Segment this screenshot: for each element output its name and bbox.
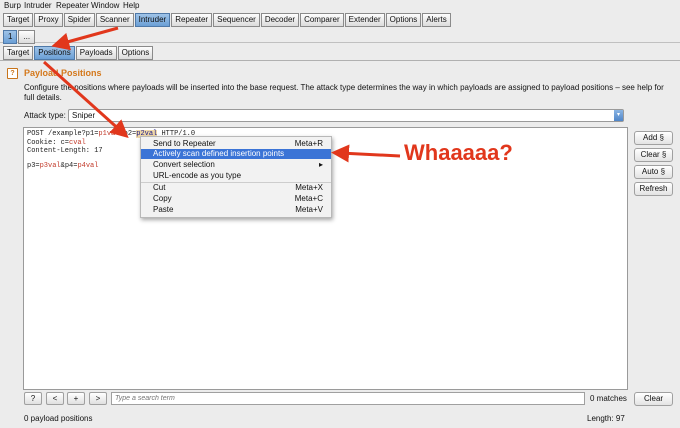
request-line: Content-Length: 17 — [27, 147, 103, 155]
attack-number-tabs: 1 ... — [3, 30, 36, 44]
tab-extender[interactable]: Extender — [344, 13, 385, 27]
request-text: Content-Length: 17 — [27, 147, 103, 155]
help-icon[interactable]: ? — [7, 68, 18, 79]
attack-type-value: Sniper — [72, 111, 96, 120]
section-title: Payload Positions — [24, 68, 102, 78]
menu-item-convert-selection[interactable]: Convert selection ▸ — [141, 160, 331, 170]
menu-item-label: URL-encode as you type — [153, 171, 242, 180]
menu-item-url-encode[interactable]: URL-encode as you type — [141, 171, 331, 181]
attack-type-select[interactable]: Sniper ▾ — [68, 109, 624, 122]
payload-marker: p3val — [39, 162, 61, 170]
menubar: Burp Intruder Repeater Window Help — [0, 0, 680, 12]
search-next-button[interactable]: > — [89, 392, 107, 405]
request-text: &p2= — [119, 130, 137, 138]
search-input[interactable] — [112, 393, 575, 404]
clear-marker-button[interactable]: Clear § — [634, 148, 673, 162]
tab-intruder[interactable]: Intruder — [134, 13, 171, 27]
tab-new-attack[interactable]: ... — [18, 30, 36, 44]
tab-spider[interactable]: Spider — [63, 13, 95, 27]
request-text: POST /example?p1= — [27, 130, 99, 138]
menu-window[interactable]: Window — [91, 1, 119, 10]
menu-intruder[interactable]: Intruder — [24, 1, 52, 10]
subtab-options[interactable]: Options — [117, 46, 154, 60]
menu-item-shortcut: Meta+R — [294, 139, 323, 148]
tab-options[interactable]: Options — [385, 13, 422, 27]
request-line: Cookie: c=cval — [27, 139, 86, 147]
divider — [0, 42, 680, 43]
search-field — [111, 392, 585, 405]
tab-comparer[interactable]: Comparer — [300, 13, 344, 27]
annotation-text: Whaaaaa? — [404, 140, 513, 165]
main-tabs: Target Proxy Spider Scanner Intruder Rep… — [3, 13, 452, 27]
search-prev-button[interactable]: < — [46, 392, 64, 405]
payload-marker: p4val — [77, 162, 99, 170]
match-count: 0 matches — [590, 394, 627, 403]
menu-item-label: Send to Repeater — [153, 139, 216, 148]
section-description: Configure the positions where payloads w… — [24, 83, 664, 102]
refresh-button[interactable]: Refresh — [634, 182, 673, 196]
menu-item-active-scan[interactable]: Actively scan defined insertion points — [141, 149, 331, 159]
divider — [0, 60, 680, 61]
tab-sequencer[interactable]: Sequencer — [213, 13, 260, 27]
subtab-payloads[interactable]: Payloads — [75, 46, 117, 60]
menu-item-label: Copy — [153, 194, 172, 203]
request-length: Length: 97 — [587, 414, 625, 423]
payload-position-count: 0 payload positions — [24, 414, 93, 423]
menu-item-label: Paste — [153, 205, 174, 214]
add-marker-button[interactable]: Add § — [634, 131, 673, 145]
payload-marker: p1val — [98, 130, 120, 138]
request-line: p3=p3val&p4=p4val — [27, 162, 98, 170]
attack-type-label: Attack type: — [24, 111, 66, 120]
select-arrow-icon: ▾ — [614, 110, 623, 121]
auto-marker-button[interactable]: Auto § — [634, 165, 673, 179]
request-text: p3= — [27, 162, 40, 170]
subtab-target[interactable]: Target — [3, 46, 34, 60]
help-button[interactable]: ? — [24, 392, 42, 405]
menu-item-label: Convert selection — [153, 160, 215, 169]
menu-item-paste[interactable]: Paste Meta+V — [141, 205, 331, 215]
menu-item-shortcut: Meta+C — [294, 194, 323, 203]
intruder-sub-tabs: Target Positions Payloads Options — [3, 46, 154, 60]
menu-repeater[interactable]: Repeater — [56, 1, 89, 10]
search-add-button[interactable]: + — [67, 392, 85, 405]
tab-repeater[interactable]: Repeater — [171, 13, 213, 27]
subtab-positions[interactable]: Positions — [34, 46, 75, 60]
tab-target[interactable]: Target — [3, 13, 34, 27]
tab-decoder[interactable]: Decoder — [260, 13, 300, 27]
menu-item-cut[interactable]: Cut Meta+X — [141, 183, 331, 193]
payload-marker: cval — [69, 139, 86, 147]
menu-item-shortcut: Meta+V — [295, 205, 323, 214]
request-text: &p4= — [60, 162, 78, 170]
request-text: Cookie: c= — [27, 139, 70, 147]
menu-item-copy[interactable]: Copy Meta+C — [141, 194, 331, 204]
context-menu: Send to Repeater Meta+R Actively scan de… — [140, 136, 332, 218]
menu-item-send-to-repeater[interactable]: Send to Repeater Meta+R — [141, 139, 331, 149]
submenu-arrow-icon: ▸ — [318, 160, 323, 169]
tab-alerts[interactable]: Alerts — [422, 13, 451, 27]
menu-item-label: Cut — [153, 183, 166, 192]
clear-search-button[interactable]: Clear — [634, 392, 673, 406]
tab-attack-1[interactable]: 1 — [3, 30, 18, 44]
tab-proxy[interactable]: Proxy — [34, 13, 63, 27]
menu-item-label: Actively scan defined insertion points — [153, 149, 285, 158]
menu-help[interactable]: Help — [123, 1, 139, 10]
menu-burp[interactable]: Burp — [4, 1, 21, 10]
tab-scanner[interactable]: Scanner — [95, 13, 134, 27]
menu-item-shortcut: Meta+X — [295, 183, 323, 192]
